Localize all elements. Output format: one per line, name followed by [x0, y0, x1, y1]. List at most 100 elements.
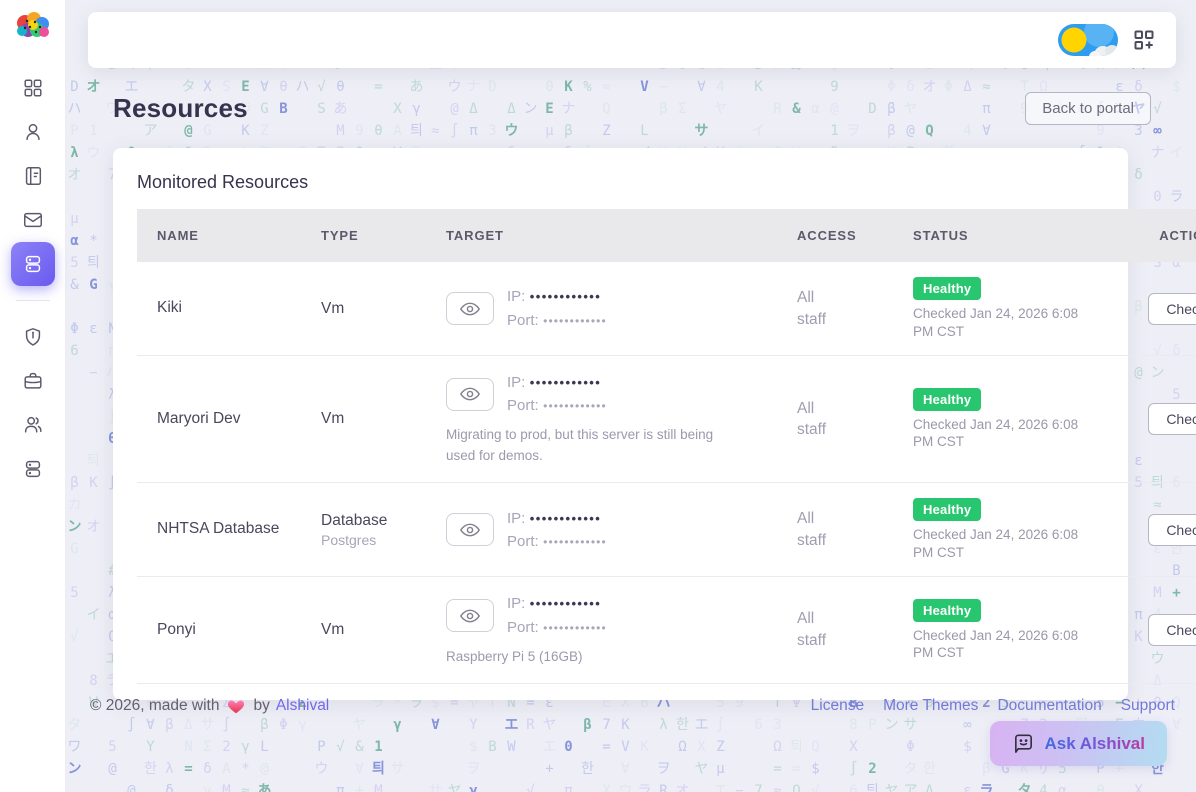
briefcase-icon — [22, 370, 44, 392]
dashboard-grid-icon — [22, 77, 44, 99]
brain-logo[interactable] — [10, 8, 56, 48]
status-badge: Healthy — [913, 498, 981, 521]
port-masked-value: •••••••••••• — [543, 399, 607, 413]
ip-label: IP: — [507, 510, 525, 527]
sidebar-divider — [16, 300, 50, 301]
sidebar-item-work[interactable] — [11, 359, 55, 403]
ip-label: IP: — [507, 595, 525, 612]
card-title: Monitored Resources — [137, 172, 1128, 193]
resource-name: NHTSA Database — [157, 519, 301, 540]
table-body: Kiki Vm IP: •••••••••••• Port: •••••••••… — [137, 262, 1196, 683]
ip-label: IP: — [507, 374, 525, 391]
ip-masked-value: •••••••••••• — [530, 596, 601, 611]
theme-toggle[interactable] — [1058, 24, 1118, 56]
table-row: Maryori Dev Vm IP: •••••••••••• Port: ••… — [137, 356, 1196, 483]
column-header-access: ACCESS — [777, 209, 893, 262]
port-label: Port: — [507, 312, 539, 329]
check-button[interactable]: Check — [1148, 514, 1196, 546]
ip-masked-value: •••••••••••• — [530, 511, 601, 526]
sidebar-item-contacts[interactable] — [11, 154, 55, 198]
reveal-target-button[interactable] — [446, 513, 494, 546]
status-badge: Healthy — [913, 277, 981, 300]
column-header-name: NAME — [137, 209, 301, 262]
resource-access: All staff — [797, 287, 839, 330]
check-button[interactable]: Check — [1148, 614, 1196, 646]
mail-icon — [22, 209, 44, 231]
reveal-target-button[interactable] — [446, 378, 494, 411]
status-checked-time: Checked Jan 24, 2026 6:08 PM CST — [913, 627, 1085, 662]
table-row: Kiki Vm IP: •••••••••••• Port: •••••••••… — [137, 262, 1196, 356]
shield-icon — [22, 326, 44, 348]
footer-link-documentation[interactable]: Documentation — [997, 697, 1101, 715]
ask-alshival-button[interactable]: Ask Alshival — [990, 721, 1167, 766]
resource-name: Maryori Dev — [157, 409, 301, 430]
port-label: Port: — [507, 397, 539, 414]
resource-type-sub: Postgres — [321, 532, 426, 548]
sidebar — [0, 0, 66, 792]
status-checked-time: Checked Jan 24, 2026 6:08 PM CST — [913, 526, 1085, 561]
eye-icon — [459, 607, 481, 625]
user-icon — [22, 121, 44, 143]
sidebar-item-team[interactable] — [11, 403, 55, 447]
footer-link-support[interactable]: Support — [1121, 697, 1175, 715]
reveal-target-button[interactable] — [446, 599, 494, 632]
address-book-icon — [22, 165, 44, 187]
sidebar-item-mail[interactable] — [11, 198, 55, 242]
resource-type: Database — [321, 512, 426, 530]
check-button[interactable]: Check — [1148, 293, 1196, 325]
reveal-target-button[interactable] — [446, 292, 494, 325]
footer-links: License More Themes Documentation Suppor… — [811, 697, 1175, 715]
check-button[interactable]: Check — [1148, 403, 1196, 435]
sidebar-item-servers[interactable] — [11, 447, 55, 491]
column-header-type: TYPE — [301, 209, 426, 262]
status-badge: Healthy — [913, 599, 981, 622]
top-navbar — [88, 12, 1176, 68]
resource-note: Raspberry Pi 5 (16GB) — [446, 647, 746, 668]
back-to-portal-button[interactable]: Back to portal — [1025, 92, 1151, 125]
footer-link-more-themes[interactable]: More Themes — [883, 697, 978, 715]
port-masked-value: •••••••••••• — [543, 621, 607, 635]
resource-type: Vm — [321, 410, 426, 428]
column-header-actions: ACTIONS — [1128, 209, 1196, 262]
status-checked-time: Checked Jan 24, 2026 6:08 PM CST — [913, 416, 1085, 451]
day-theme-toggle-icon — [1058, 24, 1118, 56]
copyright: © 2026, made with by Alshival — [90, 697, 329, 715]
grid-plus-icon — [1134, 30, 1154, 50]
database-icon — [22, 458, 44, 480]
chat-smile-icon — [1012, 732, 1035, 755]
resource-type: Vm — [321, 300, 426, 318]
table-row: Ponyi Vm IP: •••••••••••• Port: ••••••••… — [137, 577, 1196, 683]
ask-alshival-label: Ask Alshival — [1045, 734, 1145, 754]
resource-name: Kiki — [157, 298, 301, 319]
eye-icon — [459, 521, 481, 539]
page-header: Resources Back to portal — [113, 92, 1151, 125]
column-header-target: TARGET — [426, 209, 777, 262]
heart-icon — [227, 698, 245, 714]
sidebar-item-profile[interactable] — [11, 110, 55, 154]
page-title: Resources — [113, 93, 248, 124]
ip-label: IP: — [507, 288, 525, 305]
sidebar-item-dashboard[interactable] — [11, 66, 55, 110]
sidebar-item-security[interactable] — [11, 315, 55, 359]
ip-masked-value: •••••••••••• — [530, 375, 601, 390]
resources-table: NAME TYPE TARGET ACCESS STATUS ACTIONS K… — [137, 209, 1196, 684]
eye-icon — [459, 385, 481, 403]
add-widget-icon[interactable] — [1134, 30, 1154, 50]
port-masked-value: •••••••••••• — [543, 314, 607, 328]
resource-access: All staff — [797, 608, 839, 651]
sidebar-item-resources[interactable] — [11, 242, 55, 286]
brand-link[interactable]: Alshival — [276, 697, 329, 715]
users-icon — [22, 414, 44, 436]
resource-access: All staff — [797, 508, 839, 551]
column-header-status: STATUS — [893, 209, 1128, 262]
table-header-row: NAME TYPE TARGET ACCESS STATUS ACTIONS — [137, 209, 1196, 262]
footer-link-license[interactable]: License — [811, 697, 864, 715]
resource-type: Vm — [321, 621, 426, 639]
ip-masked-value: •••••••••••• — [530, 289, 601, 304]
server-icon — [22, 253, 44, 275]
sidebar-nav — [11, 66, 55, 491]
status-checked-time: Checked Jan 24, 2026 6:08 PM CST — [913, 305, 1085, 340]
port-label: Port: — [507, 533, 539, 550]
eye-icon — [459, 300, 481, 318]
resource-note: Migrating to prod, but this server is st… — [446, 425, 746, 467]
